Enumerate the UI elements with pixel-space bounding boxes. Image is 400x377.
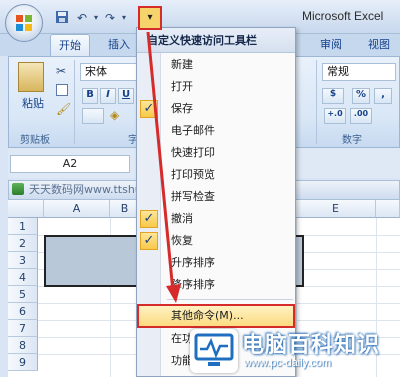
comma-button[interactable]: , xyxy=(374,88,392,104)
menu-item-label: 撤消 xyxy=(171,212,193,225)
group-divider xyxy=(316,60,317,144)
menu-item-label: 升序排序 xyxy=(171,256,215,269)
row-header[interactable]: 8 xyxy=(8,337,38,354)
row-header[interactable]: 2 xyxy=(8,235,38,252)
format-painter-icon[interactable]: 🖌 xyxy=(56,102,71,116)
tab-view[interactable]: 视图 xyxy=(360,34,398,56)
row-header[interactable]: 3 xyxy=(8,252,38,269)
checkmark-icon: ✓ xyxy=(140,232,158,250)
menu-item-print-preview[interactable]: 打印预览 xyxy=(137,164,295,186)
menu-item-open[interactable]: 打开 xyxy=(137,76,295,98)
menu-item-label: 打印预览 xyxy=(171,168,215,181)
menu-item-spelling[interactable]: 拼写检查 xyxy=(137,186,295,208)
watermark-title: 电脑百科知识 xyxy=(242,333,381,358)
decrease-decimal-icon[interactable]: .00 xyxy=(350,108,372,124)
menu-item-undo[interactable]: ✓ 撤消 xyxy=(137,208,295,230)
menu-item-sort-descending[interactable]: 降序排序 xyxy=(137,274,295,296)
row-header[interactable]: 6 xyxy=(8,303,38,320)
monitor-logo-icon xyxy=(190,329,238,373)
redo-dropdown-icon[interactable]: ▾ xyxy=(116,10,132,26)
menu-item-label: 降序排序 xyxy=(171,278,215,291)
menu-item-label: 其他命令(M)... xyxy=(171,309,244,322)
menu-item-label: 拼写检查 xyxy=(171,190,215,203)
office-logo-icon xyxy=(16,15,32,31)
watermark-url: www.pc-daily.com xyxy=(244,357,332,369)
borders-icon[interactable] xyxy=(82,108,104,124)
chevron-down-icon: ▾ xyxy=(147,12,153,23)
column-header-a[interactable]: A xyxy=(44,200,110,218)
menu-separator xyxy=(167,299,293,300)
cut-icon[interactable]: ✂ xyxy=(56,64,66,78)
bold-button[interactable]: B xyxy=(82,88,98,104)
checkmark-icon: ✓ xyxy=(140,100,158,118)
row-header[interactable]: 5 xyxy=(8,286,38,303)
menu-item-sort-ascending[interactable]: 升序排序 xyxy=(137,252,295,274)
menu-item-email[interactable]: 电子邮件 xyxy=(137,120,295,142)
row-header[interactable]: 7 xyxy=(8,320,38,337)
column-header-e[interactable]: E xyxy=(296,200,376,218)
select-all-corner[interactable] xyxy=(8,200,44,218)
window-title: Microsoft Excel xyxy=(302,9,384,23)
menu-item-redo[interactable]: ✓ 恢复 xyxy=(137,230,295,252)
percent-button[interactable]: % xyxy=(352,88,370,104)
tab-review[interactable]: 审阅 xyxy=(312,34,350,56)
tab-insert[interactable]: 插入 xyxy=(100,34,138,56)
column-header-f[interactable] xyxy=(376,200,400,218)
name-box[interactable]: A2 xyxy=(10,155,130,173)
row-header[interactable]: 1 xyxy=(8,218,38,235)
menu-item-quick-print[interactable]: 快速打印 xyxy=(137,142,295,164)
row-header[interactable]: 4 xyxy=(8,269,38,286)
menu-item-more-commands[interactable]: 其他命令(M)... xyxy=(137,304,295,328)
menu-item-label: 恢复 xyxy=(171,234,193,247)
menu-header: 自定义快速访问工具栏 xyxy=(137,28,295,53)
customize-qat-button[interactable]: ▾ xyxy=(138,6,162,30)
paste-icon[interactable] xyxy=(18,62,44,92)
menu-item-label: 新建 xyxy=(171,58,193,71)
customize-qat-menu: 自定义快速访问工具栏 新建 打开 ✓ 保存 电子邮件 快速打印 打印预览 拼写检… xyxy=(136,27,296,377)
underline-button[interactable]: U xyxy=(118,88,134,104)
number-group-label: 数字 xyxy=(342,135,362,146)
number-format-select[interactable]: 常规 xyxy=(322,63,396,81)
checkmark-icon: ✓ xyxy=(140,210,158,228)
menu-item-label: 快速打印 xyxy=(171,146,215,159)
group-divider xyxy=(74,60,75,144)
italic-button[interactable]: I xyxy=(100,88,116,104)
watermark-logo: 电脑百科知识 www.pc-daily.com xyxy=(190,327,400,377)
menu-item-save[interactable]: ✓ 保存 xyxy=(137,98,295,120)
tab-home[interactable]: 开始 xyxy=(50,34,90,56)
font-name-select[interactable]: 宋体 xyxy=(80,63,140,81)
paste-label[interactable]: 粘贴 xyxy=(22,95,44,111)
menu-item-label: 保存 xyxy=(171,102,193,115)
clipboard-group-label: 剪贴板 xyxy=(20,135,50,146)
office-button[interactable] xyxy=(5,4,43,42)
menu-item-new[interactable]: 新建 xyxy=(137,54,295,76)
increase-decimal-icon[interactable]: +.0 xyxy=(324,108,346,124)
excel-workbook-icon xyxy=(12,183,24,195)
menu-item-label: 打开 xyxy=(171,80,193,93)
fill-color-icon[interactable]: ◈ xyxy=(110,108,128,124)
save-icon[interactable] xyxy=(54,10,70,26)
currency-icon[interactable]: $ xyxy=(322,88,344,104)
row-header[interactable]: 9 xyxy=(8,354,38,371)
menu-item-label: 电子邮件 xyxy=(171,124,215,137)
copy-icon[interactable] xyxy=(56,84,68,96)
